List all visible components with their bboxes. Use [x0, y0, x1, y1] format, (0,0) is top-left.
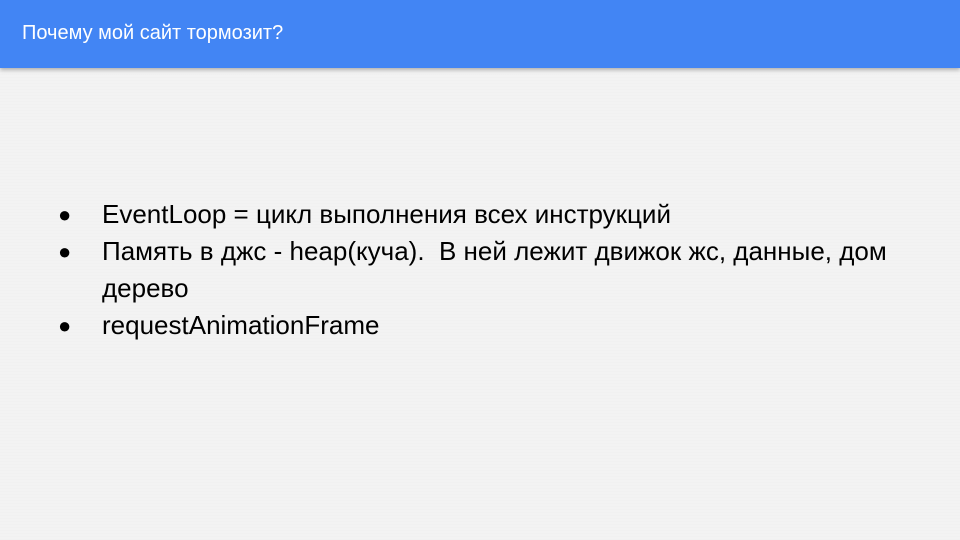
bullet-item-event-loop: ● EventLoop = цикл выполнения всех инстр…: [58, 196, 918, 233]
bullet-item-request-animation-frame: ● requestAnimationFrame: [58, 307, 918, 344]
bullet-icon: ●: [58, 202, 72, 227]
title-bar: Почему мой сайт тормозит?: [0, 0, 960, 68]
bullet-text: requestAnimationFrame: [102, 310, 380, 340]
bullet-text: EventLoop = цикл выполнения всех инструк…: [102, 199, 671, 229]
bullet-icon: ●: [58, 313, 72, 338]
slide-title: Почему мой сайт тормозит?: [22, 22, 284, 44]
bullet-text: Память в джс - heap(куча). В ней лежит д…: [102, 236, 894, 303]
slide: Почему мой сайт тормозит? ● EventLoop = …: [0, 0, 960, 540]
bullet-list: ● EventLoop = цикл выполнения всех инстр…: [58, 196, 918, 344]
bullet-icon: ●: [58, 239, 72, 264]
bullet-item-heap: ● Память в джс - heap(куча). В ней лежит…: [58, 233, 918, 307]
